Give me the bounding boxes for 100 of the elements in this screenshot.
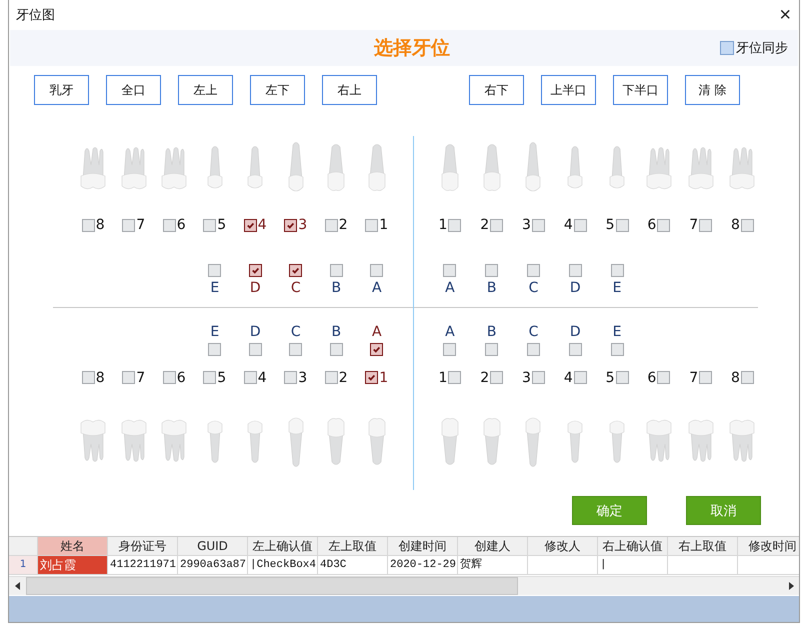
checkbox[interactable]	[490, 218, 504, 232]
tooth-number: 4	[258, 217, 267, 233]
column-header[interactable]: GUID	[178, 537, 248, 556]
checkbox[interactable]	[616, 371, 629, 384]
checkbox[interactable]	[122, 218, 136, 232]
checkbox[interactable]	[568, 342, 582, 356]
checkbox[interactable]	[443, 264, 456, 277]
checkbox[interactable]	[526, 342, 540, 356]
checkbox[interactable]	[289, 264, 302, 277]
tooth-number: 7	[136, 217, 146, 233]
checkbox[interactable]	[616, 218, 629, 232]
tooth-letter: B	[486, 280, 496, 296]
checkbox[interactable]	[248, 342, 262, 356]
checkbox[interactable]	[699, 371, 712, 384]
checkbox[interactable]	[610, 264, 624, 277]
checkbox[interactable]	[657, 371, 670, 384]
checkbox[interactable]	[485, 342, 498, 356]
checkbox[interactable]	[244, 371, 257, 384]
checkbox[interactable]	[740, 371, 754, 384]
tooth-letter: E	[210, 324, 220, 340]
checkbox[interactable]	[122, 371, 136, 384]
checkbox[interactable]	[330, 342, 343, 356]
tool-button[interactable]: 下半口	[613, 75, 668, 105]
tooth-letter: A	[445, 324, 455, 340]
checkbox[interactable]	[568, 264, 582, 277]
scrollbar-thumb[interactable]	[26, 577, 518, 595]
checkbox[interactable]	[284, 218, 298, 232]
checkbox[interactable]	[162, 371, 176, 384]
checkmark-icon	[372, 344, 382, 354]
checkbox[interactable]	[720, 41, 734, 55]
checkbox[interactable]	[248, 264, 262, 277]
column-header[interactable]: 右上取值	[668, 537, 738, 556]
checkbox[interactable]	[532, 218, 545, 232]
checkmark-icon	[291, 266, 300, 275]
column-header[interactable]: 修改时间	[738, 537, 799, 556]
checkbox[interactable]	[330, 264, 343, 277]
tooth-number: 1	[379, 217, 388, 233]
tool-button[interactable]: 全口	[106, 75, 161, 105]
column-header[interactable]: 创建时间	[388, 537, 458, 556]
checkbox[interactable]	[82, 218, 95, 232]
tooth-number: 5	[217, 370, 226, 386]
scroll-right-icon[interactable]	[786, 582, 794, 590]
column-header[interactable]: 左上取值	[318, 537, 388, 556]
checkbox[interactable]	[448, 218, 462, 232]
checkbox[interactable]	[657, 218, 670, 232]
checkbox[interactable]	[365, 218, 378, 232]
window-title: 牙位图	[16, 7, 55, 24]
checkbox[interactable]	[699, 218, 712, 232]
column-header[interactable]: 修改人	[528, 537, 598, 556]
checkbox[interactable]	[208, 264, 222, 277]
tool-button[interactable]: 上半口	[541, 75, 596, 105]
checkbox[interactable]	[490, 371, 504, 384]
row-header	[9, 537, 38, 556]
horizontal-scrollbar[interactable]	[9, 576, 799, 595]
checkbox[interactable]	[448, 371, 462, 384]
tooth-number: 3	[522, 217, 531, 233]
checkbox[interactable]	[485, 264, 498, 277]
checkbox[interactable]	[574, 371, 587, 384]
tooth-number: 4	[564, 217, 573, 233]
tool-button[interactable]: 乳牙	[34, 75, 89, 105]
tool-button[interactable]: 左下	[250, 75, 305, 105]
column-header[interactable]: 身份证号	[108, 537, 178, 556]
checkbox[interactable]	[526, 264, 540, 277]
tooth-number: 8	[731, 217, 740, 233]
tool-button[interactable]: 右上	[322, 75, 377, 105]
checkbox[interactable]	[203, 371, 216, 384]
checkbox[interactable]	[162, 218, 176, 232]
tooth-number: 5	[606, 217, 615, 233]
scroll-left-icon[interactable]	[14, 582, 22, 590]
tool-button[interactable]: 左上	[178, 75, 233, 105]
tooth-letter: E	[612, 280, 622, 296]
checkbox[interactable]	[370, 264, 384, 277]
checkmark-icon	[367, 373, 376, 382]
column-header[interactable]: 左上确认值	[248, 537, 318, 556]
checkbox[interactable]	[244, 218, 257, 232]
row-number: 1	[9, 556, 38, 575]
tooth-letter: C	[528, 324, 538, 340]
checkbox[interactable]	[365, 371, 378, 384]
checkbox[interactable]	[208, 342, 222, 356]
table-cell: 贺辉	[458, 556, 528, 575]
close-button[interactable]: ×	[775, 5, 795, 25]
checkbox[interactable]	[532, 371, 545, 384]
checkbox[interactable]	[610, 342, 624, 356]
checkbox[interactable]	[324, 371, 338, 384]
tooth-number: 5	[217, 217, 226, 233]
checkbox[interactable]	[443, 342, 456, 356]
column-header[interactable]: 右上确认值	[598, 537, 668, 556]
checkbox[interactable]	[284, 371, 298, 384]
column-header[interactable]: 姓名	[38, 537, 108, 556]
checkbox[interactable]	[740, 218, 754, 232]
checkbox[interactable]	[324, 218, 338, 232]
checkbox[interactable]	[82, 371, 95, 384]
column-header[interactable]: 创建人	[458, 537, 528, 556]
tool-button[interactable]: 清 除	[685, 75, 740, 105]
tool-button[interactable]: 右下	[469, 75, 524, 105]
checkbox[interactable]	[289, 342, 302, 356]
checkbox[interactable]	[203, 218, 216, 232]
tooth-letter: A	[445, 280, 455, 296]
checkbox[interactable]	[370, 342, 384, 356]
checkbox[interactable]	[574, 218, 587, 232]
